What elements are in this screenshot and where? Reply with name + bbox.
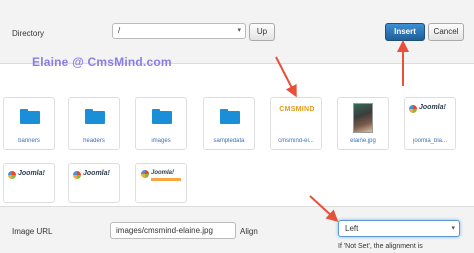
joomla-logo-thumbnail: Joomla!	[409, 104, 455, 114]
up-button[interactable]: Up	[249, 23, 275, 41]
folder-tile-banners[interactable]: banners	[3, 97, 55, 150]
joomla-banner-thumbnail: Joomla!	[141, 170, 183, 184]
folder-icon	[152, 109, 172, 124]
joomla-icon	[8, 171, 16, 179]
photo-thumbnail	[353, 103, 373, 133]
directory-label: Directory	[12, 29, 45, 38]
image-tile-joomla-1[interactable]: Joomla!	[3, 163, 55, 203]
tile-label: images	[151, 138, 171, 144]
chevron-down-icon: ▾	[451, 225, 455, 232]
joomla-logo-thumbnail: Joomla!	[8, 170, 54, 180]
tile-label: cmsmind-el...	[278, 138, 314, 144]
insert-button[interactable]: Insert	[385, 23, 425, 41]
align-label: Align	[240, 227, 258, 236]
image-tile-joomla-3[interactable]: Joomla!	[135, 163, 187, 203]
image-tile-joomla-2[interactable]: Joomla!	[68, 163, 120, 203]
joomla-icon	[73, 171, 81, 179]
cmsmind-logo-thumbnail: CMSMIND	[279, 106, 315, 113]
joomla-icon	[409, 105, 417, 113]
image-tile-joomla-black[interactable]: Joomla! joomla_bla...	[404, 97, 456, 150]
folder-icon	[220, 109, 240, 124]
align-help-text: If 'Not Set', the alignment is	[338, 243, 423, 250]
directory-value: /	[118, 26, 121, 35]
footer-panel: Image URL images/cmsmind-elaine.jpg Alig…	[0, 206, 474, 253]
tile-label: headers	[83, 138, 105, 144]
tile-label: banners	[18, 138, 40, 144]
folder-icon	[85, 109, 105, 124]
folder-tile-headers[interactable]: headers	[68, 97, 120, 150]
chevron-down-icon: ▾	[237, 27, 241, 34]
tile-label: elaine.jpg	[350, 138, 376, 144]
align-value: Left	[345, 224, 359, 233]
folder-tile-sampledata[interactable]: sampledata	[203, 97, 255, 150]
joomla-icon	[141, 170, 149, 178]
watermark-text: Elaine @ CmsMind.com	[32, 55, 172, 69]
joomla-logo-thumbnail: Joomla!	[73, 170, 119, 180]
image-url-label: Image URL	[12, 227, 53, 236]
tile-label: joomla_bla...	[412, 138, 448, 144]
image-tile-cmsmind[interactable]: CMSMIND cmsmind-el...	[270, 97, 322, 150]
tile-label: sampledata	[213, 138, 245, 144]
image-tile-elaine[interactable]: elaine.jpg	[337, 97, 389, 150]
folder-tile-images[interactable]: images	[135, 97, 187, 150]
folder-icon	[20, 109, 40, 124]
directory-select[interactable]: / ▾	[112, 23, 246, 39]
align-select[interactable]: Left ▾	[338, 220, 460, 237]
cancel-button[interactable]: Cancel	[428, 23, 464, 41]
image-url-input[interactable]: images/cmsmind-elaine.jpg	[110, 222, 236, 239]
